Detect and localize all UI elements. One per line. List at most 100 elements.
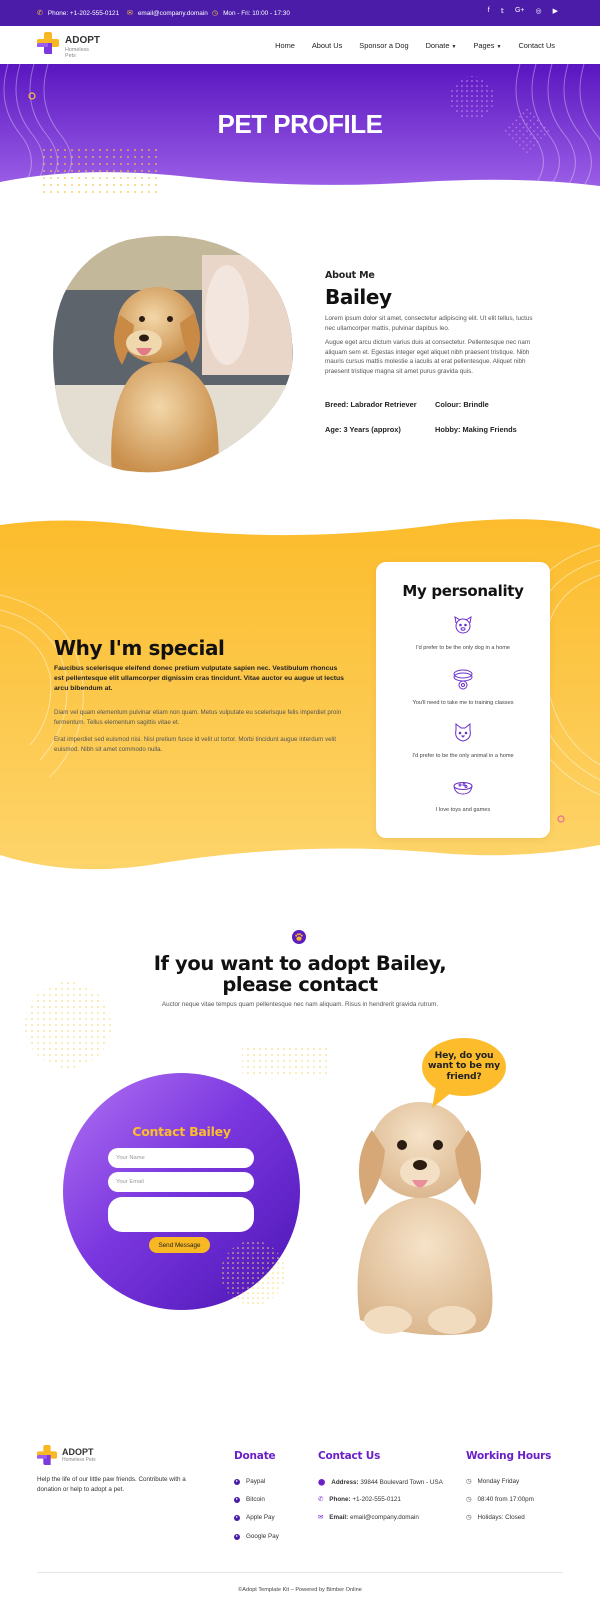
top-bar: ✆ Phone: +1-202-555-0121 ✉ email@company…: [0, 0, 600, 26]
footer-email[interactable]: ✉ Email: email@company.domain: [318, 1514, 419, 1521]
email-label: Email:: [329, 1514, 349, 1521]
footer-logo-tagline: Homeless Pets: [62, 1457, 96, 1463]
nav-contact-us[interactable]: Contact Us: [518, 41, 555, 50]
donate-item-label: Google Pay: [246, 1533, 279, 1540]
topbar-phone[interactable]: ✆ Phone: +1-202-555-0121: [37, 9, 120, 18]
topbar-email[interactable]: ✉ email@company.domain: [127, 9, 208, 18]
send-message-button[interactable]: Send Message: [149, 1237, 210, 1253]
why-special-paragraph-1: Diam vel quam elementum pulvinar etiam n…: [54, 709, 342, 726]
clock-icon: ◷: [212, 10, 219, 17]
donate-google-pay[interactable]: Google Pay: [234, 1533, 279, 1540]
envelope-icon: ✉: [318, 1514, 324, 1521]
instagram-icon[interactable]: ◎: [536, 7, 542, 15]
footer-contact-title: Contact Us: [318, 1450, 381, 1462]
donate-item-label: Bitcoin: [246, 1496, 265, 1503]
footer-hours-title: Working Hours: [466, 1450, 552, 1462]
topbar-hours-text: Mon - Fri: 10:00 - 17:30: [223, 9, 290, 17]
trait-text: I love toys and games: [435, 807, 491, 813]
logo-plus-icon: [37, 1445, 57, 1465]
address-label: Address:: [331, 1478, 359, 1486]
site-header: ADOPT Homeless Pets Home About Us Sponso…: [0, 26, 600, 64]
footer-logo[interactable]: ADOPT Homeless Pets: [37, 1445, 97, 1467]
arrow-circle-icon: [234, 1533, 240, 1540]
personality-title: My personality: [402, 582, 524, 600]
google-plus-icon[interactable]: G+: [515, 7, 525, 15]
donate-paypal[interactable]: Paypal: [234, 1478, 265, 1485]
fact-age: Age: 3 Years (approx): [325, 425, 401, 434]
trait-item: I love toys and games: [376, 780, 550, 813]
dog-face-icon: [454, 616, 472, 634]
paw-icon: [292, 930, 306, 944]
phone-value: +1-202-555-0121: [352, 1496, 401, 1503]
footer-logo-name: ADOPT: [62, 1447, 94, 1457]
hours-item-text: Monday Friday: [477, 1478, 520, 1485]
hours-item: ◷ 08:40 from 17:00pm: [466, 1496, 534, 1503]
footer-description: Help the life of our little paw friends.…: [37, 1476, 186, 1493]
pet-bowl-icon: [453, 782, 473, 795]
twitter-icon[interactable]: 𝕥: [501, 7, 504, 15]
trait-item: I'd prefer to be the only animal in a ho…: [376, 722, 550, 759]
social-links: f 𝕥 G+ ◎ ▶: [488, 7, 558, 15]
donate-apple-pay[interactable]: Apple Pay: [234, 1514, 275, 1521]
trait-text: You'll need to take me to training class…: [412, 700, 514, 706]
youtube-icon[interactable]: ▶: [553, 7, 558, 15]
topbar-phone-text: Phone: +1-202-555-0121: [47, 9, 120, 17]
hours-item-text: 08:40 from 17:00pm: [477, 1496, 534, 1503]
fact-colour: Colour: Brindle: [435, 400, 489, 409]
about-paragraph-2: Augue eget arcu dictum varius duis at co…: [325, 339, 531, 375]
dot-decorations: [25, 982, 328, 1077]
hours-item: ◷ Holidays: Closed: [466, 1514, 525, 1521]
about-section: About Me Bailey Lorem ipsum dolor sit am…: [325, 270, 540, 377]
trait-text: I'd prefer to be the only animal in a ho…: [412, 753, 514, 759]
nav-pages[interactable]: Pages ▼: [473, 41, 501, 50]
cat-face-icon: [455, 722, 471, 742]
map-pin-icon: ⬤: [318, 1479, 326, 1486]
nav-donate-label: Donate: [425, 41, 450, 50]
pet-name: Bailey: [325, 285, 392, 309]
footer-hours: Working Hours ◷ Monday Friday ◷ 08:40 from…: [466, 1450, 566, 1521]
fact-breed: Breed: Labrador Retriever: [325, 400, 417, 409]
why-special-title: Why I'm special: [54, 636, 225, 660]
name-input[interactable]: Your Name: [108, 1148, 254, 1168]
footer-phone[interactable]: ✆ Phone: +1-202-555-0121: [318, 1496, 401, 1503]
phone-label: Phone:: [329, 1496, 351, 1503]
copyright: ©Adopt Template Kit – Powered by Bimber …: [238, 1587, 362, 1593]
about-label: About Me: [325, 270, 375, 281]
donate-bitcoin[interactable]: Bitcoin: [234, 1496, 265, 1503]
nav-pages-label: Pages: [473, 41, 495, 50]
phone-icon: ✆: [37, 10, 43, 17]
form-dot-decoration: [221, 1241, 285, 1305]
page-title: PET PROFILE: [217, 109, 383, 139]
personality-card: My personality I'd prefer to be the only…: [376, 562, 550, 838]
arrow-circle-icon: [234, 1478, 240, 1485]
arrow-circle-icon: [234, 1496, 240, 1503]
trait-item: You'll need to take me to training class…: [376, 667, 550, 706]
footer-donate-title: Donate: [234, 1450, 276, 1462]
message-textarea[interactable]: [108, 1197, 254, 1232]
phone-icon: ✆: [318, 1496, 324, 1503]
nav-home[interactable]: Home: [275, 41, 295, 50]
nav-about-us[interactable]: About Us: [312, 41, 342, 50]
email-input[interactable]: Your Email: [108, 1172, 254, 1192]
footer-contact: Contact Us ⬤ Address: 39844 Boulevard Tow…: [318, 1450, 448, 1521]
contact-form-title: Contact Bailey: [132, 1124, 231, 1139]
puppy-photo: [357, 1102, 493, 1336]
donate-item-label: Apple Pay: [246, 1514, 275, 1521]
envelope-icon: ✉: [127, 10, 133, 17]
hours-item-text: Holidays: Closed: [477, 1514, 525, 1521]
caret-down-icon: ▼: [496, 44, 502, 50]
nav-sponsor-a-dog[interactable]: Sponsor a Dog: [359, 41, 408, 50]
about-paragraph-1: Lorem ipsum dolor sit amet, consectetur …: [325, 315, 533, 332]
facebook-icon[interactable]: f: [488, 7, 490, 15]
hero-banner: PET PROFILE: [0, 64, 600, 194]
footer-donate: Donate Paypal Bitcoin Apple Pay Google P…: [234, 1450, 304, 1540]
site-logo[interactable]: ADOPT Homeless Pets: [37, 32, 100, 59]
trait-item: I'd prefer to be the only dog in a home: [376, 614, 550, 651]
logo-tagline: Homeless Pets: [65, 47, 89, 59]
why-special-lead: Faucibus scelerisque eleifend donec pret…: [54, 665, 344, 692]
donate-item-label: Paypal: [246, 1478, 266, 1485]
nav-donate[interactable]: Donate ▼: [426, 41, 457, 50]
trait-text: I'd prefer to be the only dog in a home: [415, 645, 511, 651]
bailey-photo: [53, 235, 293, 473]
main-nav: Home About Us Sponsor a Dog Donate ▼ Pag…: [275, 41, 555, 50]
